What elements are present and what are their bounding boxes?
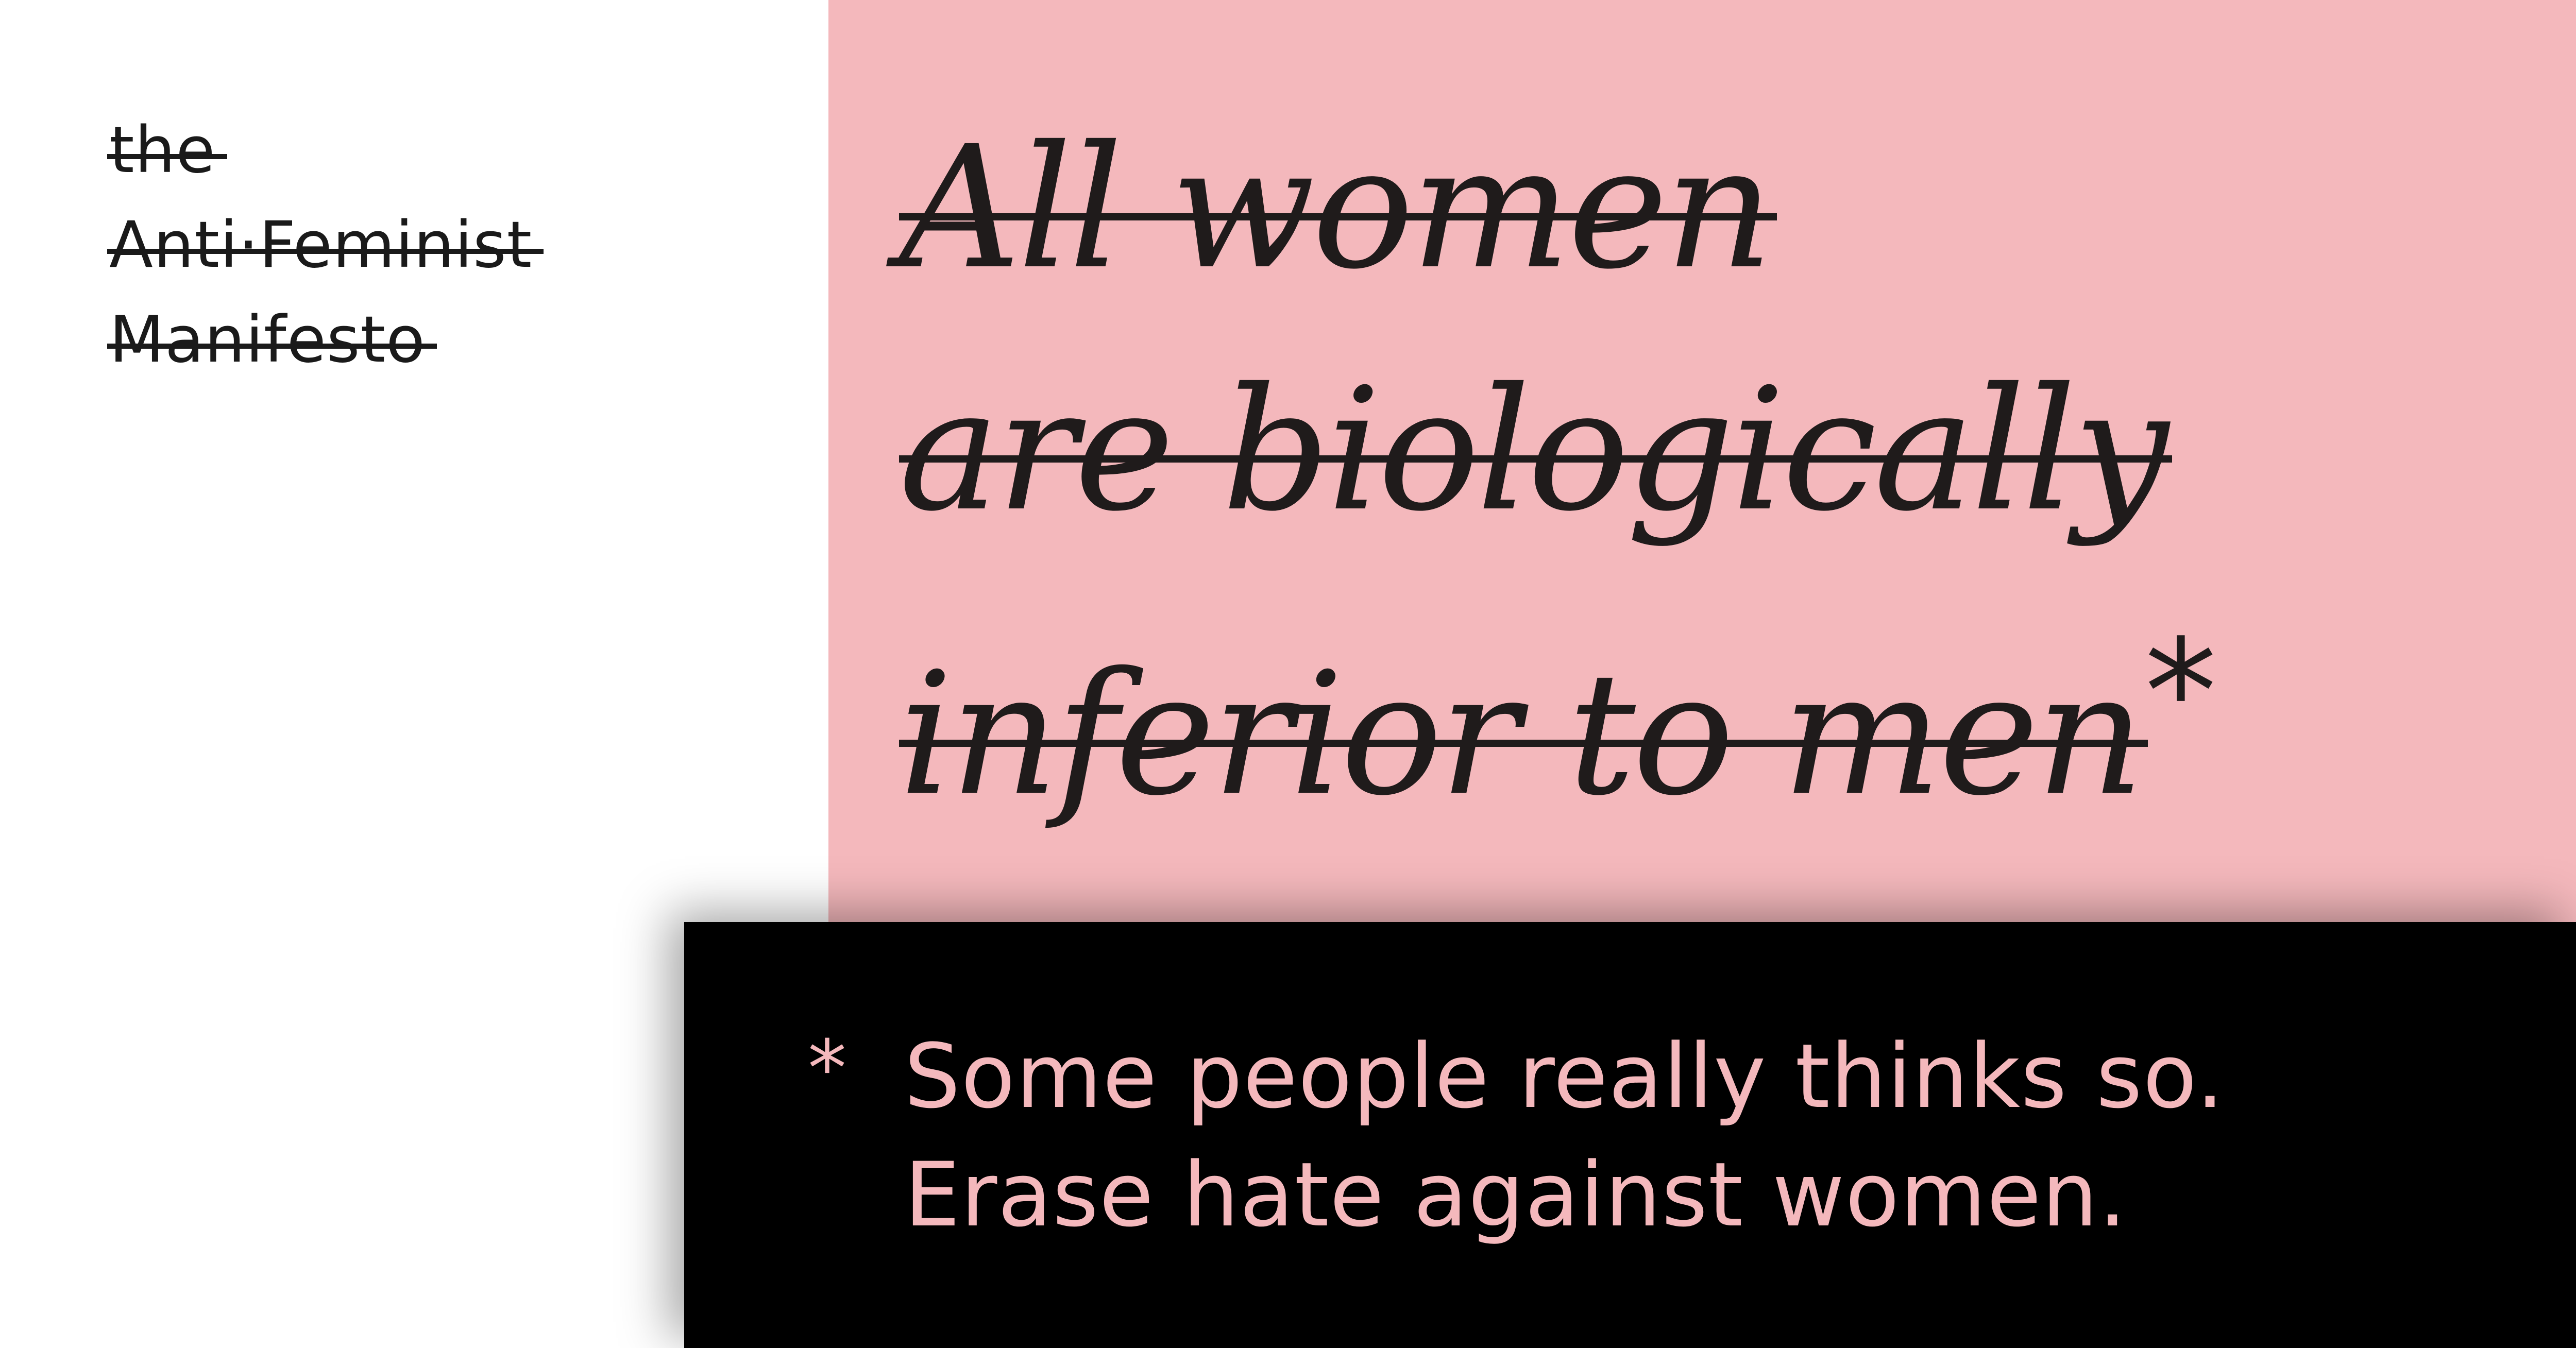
- footnote-line-2: Erase hate against women.: [904, 1143, 2127, 1247]
- footnote-line-1: Some people really thinks so.: [904, 1025, 2225, 1128]
- logo-line-3: Manifesto: [107, 293, 532, 387]
- headline-text-1: All women: [899, 88, 1777, 330]
- logo-text-the: the: [107, 103, 227, 198]
- headline-text-3: inferior to men: [899, 614, 2148, 856]
- footnote-text: Some people really thinks so. Erase hate…: [904, 1017, 2225, 1254]
- headline-text-2: are biologically: [899, 330, 2172, 572]
- logo: the Anti·Feminist Manifesto: [107, 103, 544, 387]
- logo-text-anti-feminist: Anti·Feminist: [107, 198, 544, 293]
- headline-line-3: inferior to men*: [899, 572, 2217, 856]
- footnote-marker: *: [808, 1024, 846, 1114]
- headline-line-1: All women: [899, 88, 2214, 330]
- headline-line-2: are biologically: [899, 330, 2214, 572]
- logo-line-2: Anti·Feminist: [107, 198, 544, 293]
- logo-line-1: the: [107, 103, 532, 198]
- logo-text-manifesto: Manifesto: [107, 293, 437, 387]
- headline: All women are biologically inferior to m…: [899, 88, 2217, 856]
- headline-asterisk: *: [2144, 609, 2217, 777]
